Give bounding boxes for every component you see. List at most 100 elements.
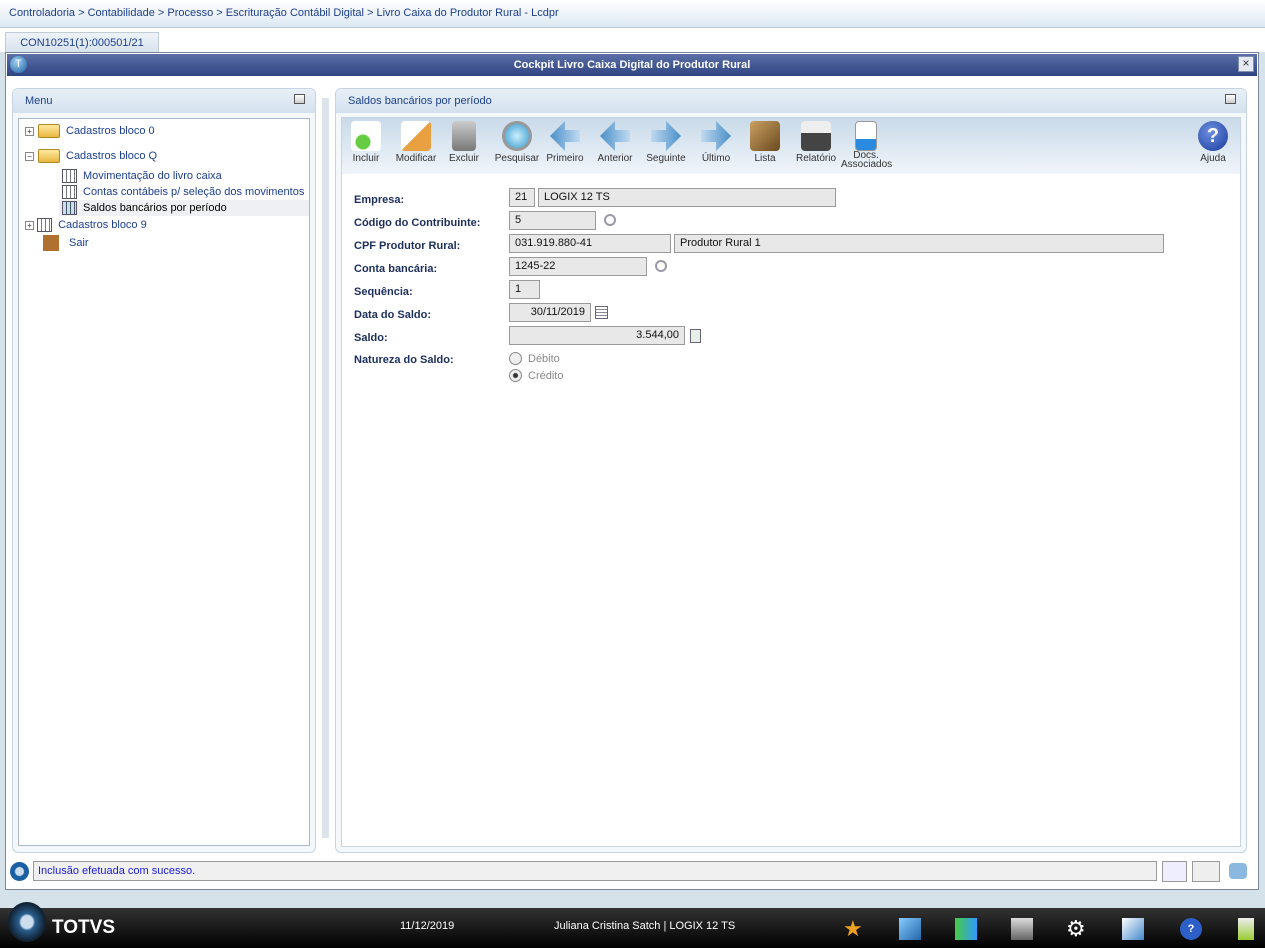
add-icon [351, 121, 381, 151]
breadcrumb: Controladoria > Contabilidade > Processo… [0, 0, 1265, 28]
chat-icon[interactable] [1229, 863, 1247, 879]
tab-program[interactable]: CON10251(1):000501/21 [5, 32, 159, 52]
button-label: Modificar [395, 153, 437, 164]
lista-button[interactable]: Lista [740, 118, 790, 164]
expand-icon[interactable]: + [25, 220, 34, 230]
data-field[interactable]: 30/11/2019 [509, 303, 591, 322]
modificar-button[interactable]: Modificar [391, 118, 441, 164]
incluir-button[interactable]: Incluir [341, 118, 391, 164]
collapse-icon[interactable]: − [25, 151, 34, 161]
button-label: Ajuda [1200, 153, 1226, 164]
tree-label: Contas contábeis p/ seleção dos moviment… [83, 186, 305, 198]
table-icon [37, 218, 53, 233]
status-message: Inclusão efetuada com sucesso. [33, 861, 1157, 881]
folder-icon [38, 124, 60, 139]
tree-label: Movimentação do livro caixa [83, 170, 222, 182]
cpf-label: CPF Produtor Rural: [354, 240, 461, 252]
anterior-button[interactable]: Anterior [590, 118, 640, 164]
button-label: Anterior [597, 153, 633, 164]
debito-label: Débito [528, 353, 560, 365]
button-label: Excluir [448, 153, 479, 164]
excluir-button[interactable]: Excluir [439, 118, 489, 164]
first-icon [550, 121, 580, 151]
menu-header: Menu [13, 89, 315, 113]
tree-label: Sair [69, 237, 89, 249]
tree-item-bloco-9[interactable]: + Cadastros bloco 9 [25, 217, 147, 233]
button-label: Primeiro [546, 153, 584, 164]
sequencia-label: Sequência: [354, 286, 413, 298]
debito-radio[interactable] [509, 352, 522, 365]
exit-door-icon [43, 235, 59, 252]
previous-icon [600, 121, 630, 151]
help-icon[interactable]: ? [1180, 918, 1202, 940]
totvs-logo-icon[interactable] [8, 902, 46, 942]
printer-icon [801, 121, 831, 151]
saldo-field[interactable]: 3.544,00 [509, 326, 685, 345]
relatorio-button[interactable]: Relatório [791, 118, 841, 164]
saldo-label: Saldo: [354, 332, 388, 344]
minimize-menu-button[interactable] [294, 94, 305, 104]
printer-icon[interactable] [1011, 918, 1033, 940]
pesquisar-button[interactable]: Pesquisar [492, 118, 542, 164]
clean-brush-icon[interactable] [899, 918, 921, 940]
tree-item-contas[interactable]: Contas contábeis p/ seleção dos moviment… [62, 184, 304, 200]
minimize-panel-button[interactable] [1225, 94, 1236, 104]
next-icon [651, 121, 681, 151]
book-icon [750, 121, 780, 151]
package-icon[interactable] [955, 918, 977, 940]
primeiro-button[interactable]: Primeiro [540, 118, 590, 164]
expand-icon[interactable]: + [25, 126, 34, 136]
button-label: Relatório [795, 153, 837, 164]
credito-label: Crédito [528, 370, 564, 382]
table-icon [62, 185, 77, 200]
cpf-field[interactable]: 031.919.880-41 [509, 234, 671, 253]
tree-item-saldos-selected[interactable]: Saldos bancários por período [59, 200, 309, 216]
button-label: Lista [754, 153, 776, 164]
contribuinte-label: Código do Contribuinte: [354, 217, 481, 229]
conta-field[interactable]: 1245-22 [509, 257, 647, 276]
document-upload-icon [855, 121, 877, 151]
button-label: Pesquisar [494, 153, 540, 164]
resize-icon[interactable] [1162, 861, 1187, 882]
table-icon [62, 201, 77, 216]
sequencia-field[interactable]: 1 [509, 280, 540, 299]
zoom-lookup-icon[interactable] [655, 260, 667, 272]
close-button[interactable]: × [1238, 56, 1254, 72]
tree-label: Saldos bancários por período [83, 202, 227, 214]
favorites-star-icon[interactable]: ★ [843, 918, 865, 940]
zoom-lookup-icon[interactable] [604, 214, 616, 226]
button-label: Seguinte [646, 153, 686, 164]
credito-radio-selected[interactable] [509, 369, 522, 382]
tree-item-sair[interactable]: Sair [43, 235, 89, 252]
keyboard-tool-icon[interactable] [1192, 861, 1220, 882]
splitter-handle[interactable] [322, 98, 329, 838]
tree-item-bloco-0[interactable]: + Cadastros bloco 0 [25, 123, 155, 139]
tree-label: Cadastros bloco 9 [58, 219, 147, 231]
totvs-logo-icon: T [10, 56, 27, 73]
button-label: Associados [841, 159, 893, 170]
menu-title: Menu [25, 95, 53, 107]
lock-icon[interactable] [1238, 918, 1254, 940]
produtor-name-field[interactable]: Produtor Rural 1 [674, 234, 1164, 253]
settings-gear-icon[interactable]: ⚙ [1066, 918, 1088, 940]
tree-label: Cadastros bloco Q [66, 150, 158, 162]
docs-associados-button[interactable]: Docs. Associados [841, 118, 893, 170]
empresa-code-field[interactable]: 21 [509, 188, 535, 207]
chart-report-icon[interactable] [1122, 918, 1144, 940]
ultimo-button[interactable]: Último [691, 118, 741, 164]
contribuinte-field[interactable]: 5 [509, 211, 596, 230]
tree-item-movimentacao[interactable]: Movimentação do livro caixa [62, 168, 222, 184]
panel-title: Saldos bancários por período [348, 95, 492, 107]
seguinte-button[interactable]: Seguinte [641, 118, 691, 164]
button-label: Incluir [352, 153, 380, 164]
taskbar: TOTVS 11/12/2019 Juliana Cristina Satch … [0, 902, 1265, 948]
ajuda-button[interactable]: ? Ajuda [1188, 118, 1238, 164]
empresa-label: Empresa: [354, 194, 405, 206]
toolbar: Incluir Modificar Excluir Pesquisar Prim… [342, 118, 1240, 174]
brand-name: TOTVS [52, 917, 115, 938]
empresa-name-field[interactable]: LOGIX 12 TS [538, 188, 836, 207]
calendar-icon[interactable] [595, 306, 608, 319]
calculator-icon[interactable] [690, 329, 701, 343]
menu-tree: + Cadastros bloco 0 − Cadastros bloco Q Mo… [18, 118, 310, 846]
tree-item-bloco-q[interactable]: − Cadastros bloco Q [25, 148, 157, 164]
